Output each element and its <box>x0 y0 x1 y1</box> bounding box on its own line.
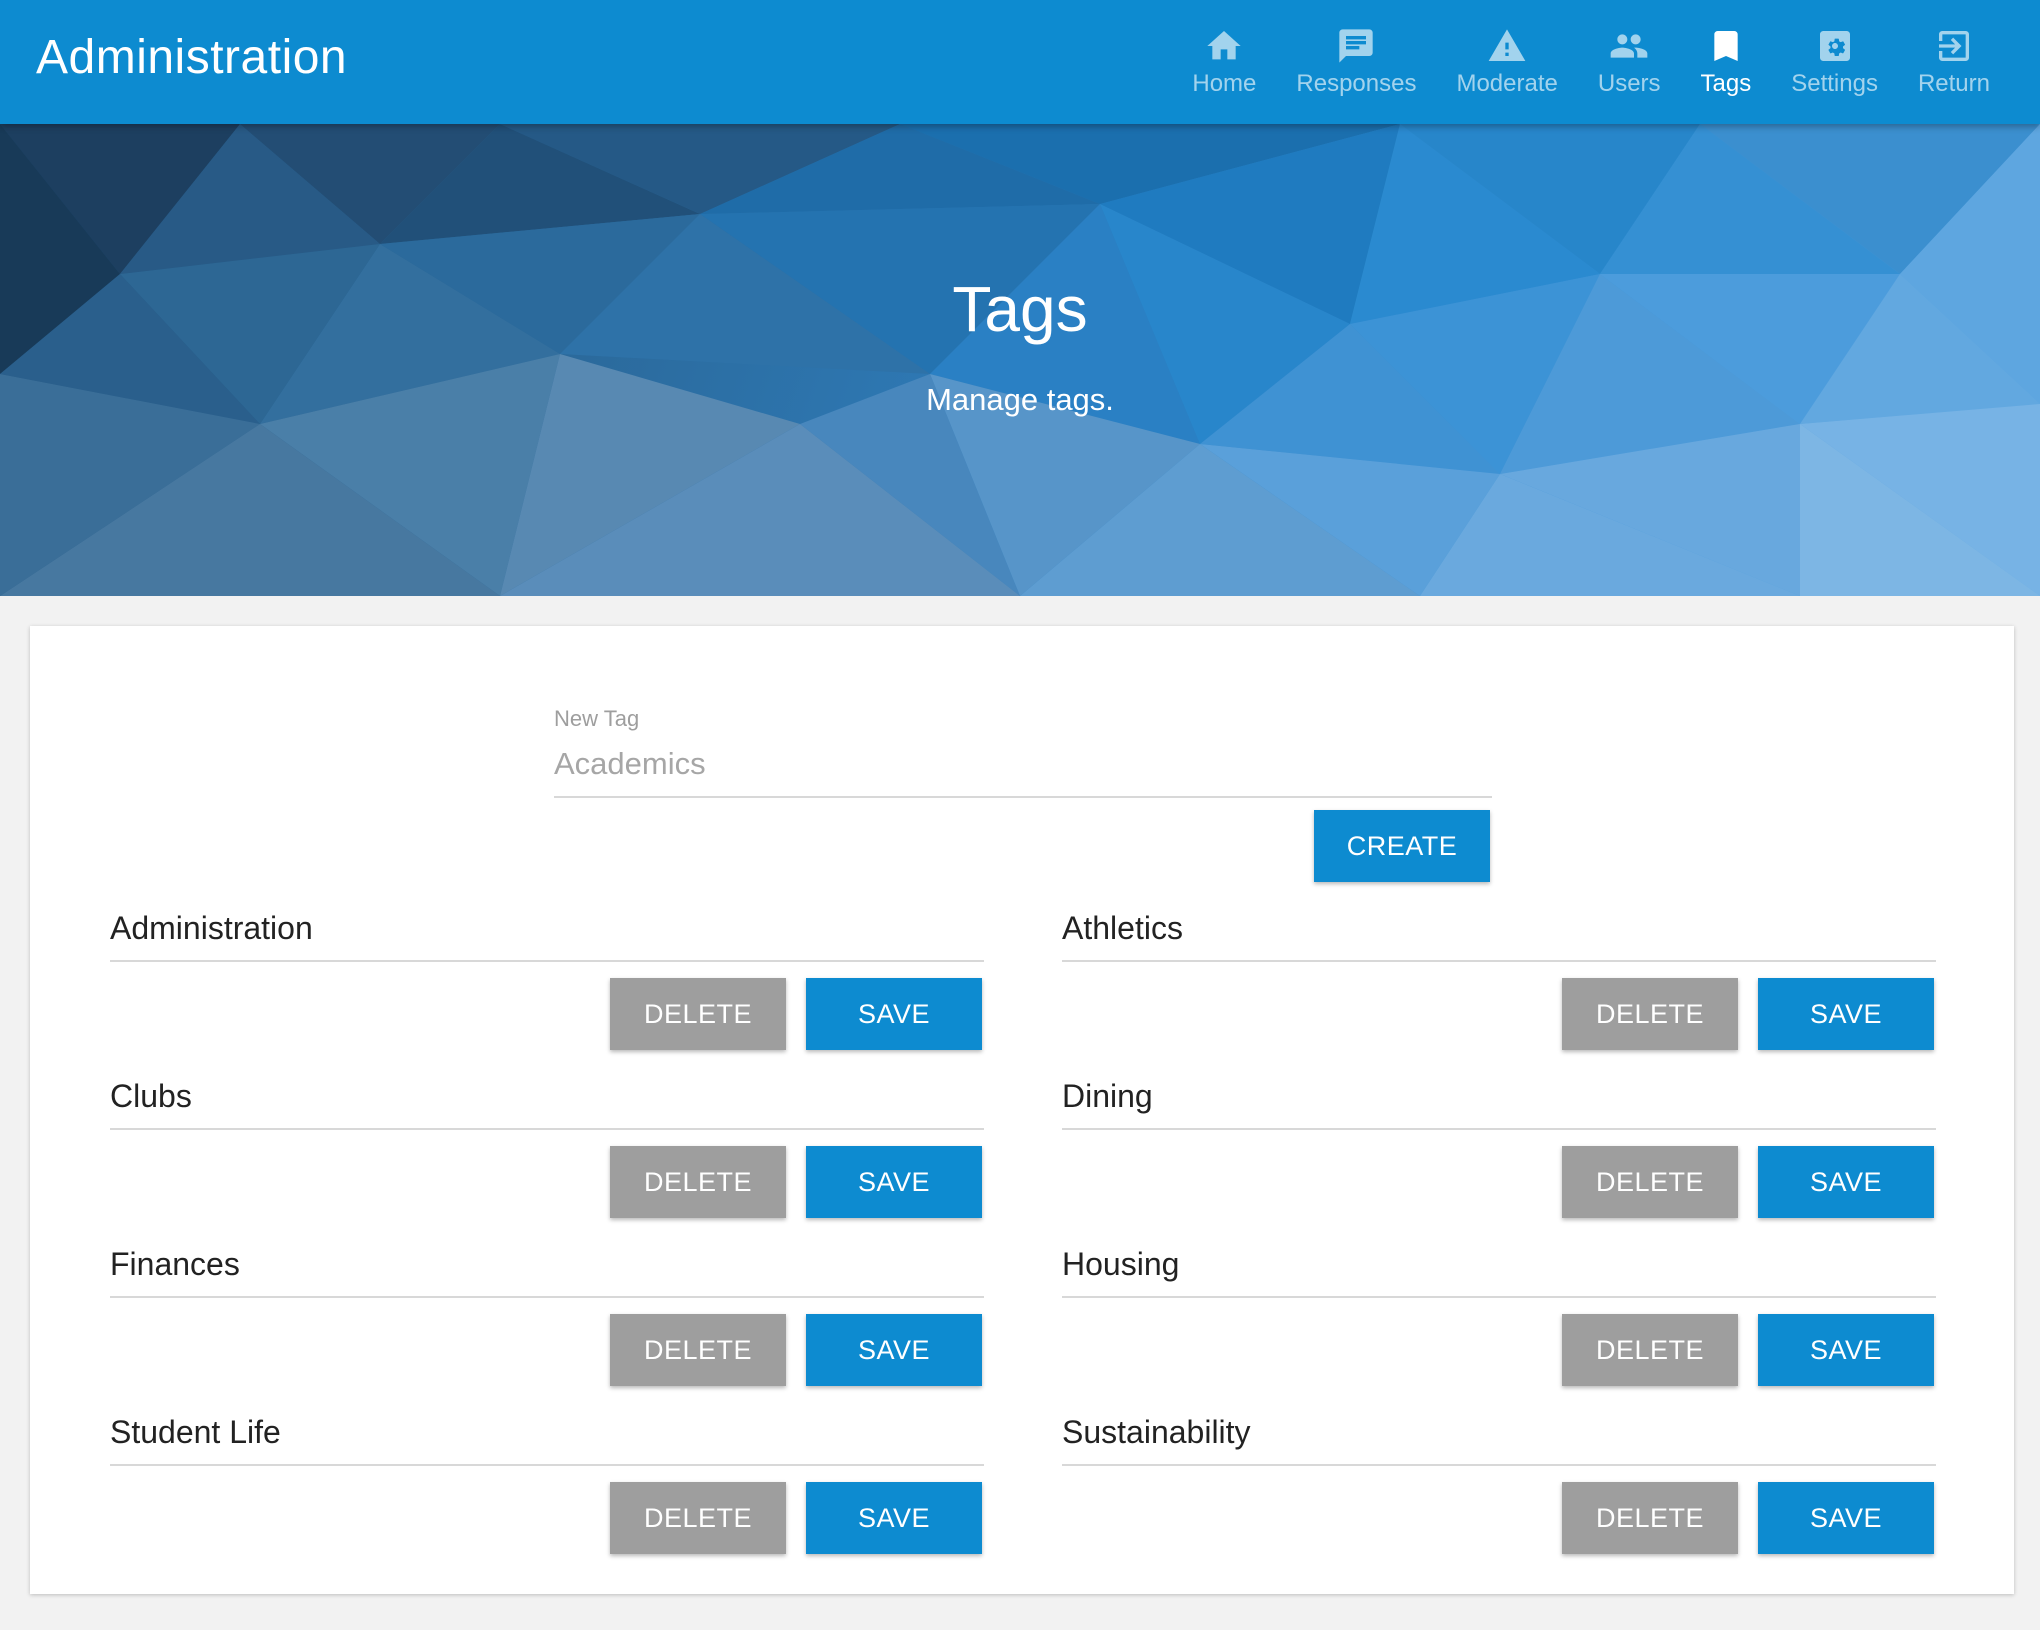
nav-label: Responses <box>1296 70 1417 97</box>
nav-label: Settings <box>1791 70 1878 97</box>
nav-item-moderate[interactable]: Moderate <box>1436 0 1577 124</box>
tag-name-field[interactable]: Dining <box>1062 1080 1936 1130</box>
create-button[interactable]: CREATE <box>1314 810 1490 882</box>
home-icon <box>1202 26 1246 66</box>
top-app-bar: Administration Home Responses Moderate U… <box>0 0 2040 124</box>
bookmark-icon <box>1704 26 1748 66</box>
delete-button[interactable]: DELETE <box>1562 1482 1738 1554</box>
delete-button[interactable]: DELETE <box>1562 1314 1738 1386</box>
save-button[interactable]: SAVE <box>806 1314 982 1386</box>
tag-name-field[interactable]: Athletics <box>1062 912 1936 962</box>
tag-item: Finances DELETE SAVE <box>110 1248 984 1400</box>
tag-item: Student Life DELETE SAVE <box>110 1416 984 1568</box>
low-poly-background <box>0 124 2040 596</box>
delete-button[interactable]: DELETE <box>610 1482 786 1554</box>
users-icon <box>1607 26 1651 66</box>
tag-name-field[interactable]: Sustainability <box>1062 1416 1936 1466</box>
nav-item-tags[interactable]: Tags <box>1681 0 1772 124</box>
tag-name-field[interactable]: Clubs <box>110 1080 984 1130</box>
nav-label: Moderate <box>1456 70 1558 97</box>
new-tag-label: New Tag <box>554 706 640 731</box>
save-button[interactable]: SAVE <box>806 978 982 1050</box>
new-tag-input[interactable] <box>554 746 1492 798</box>
tag-name-field[interactable]: Housing <box>1062 1248 1936 1298</box>
chat-icon <box>1334 26 1378 66</box>
delete-button[interactable]: DELETE <box>1562 1146 1738 1218</box>
delete-button[interactable]: DELETE <box>610 978 786 1050</box>
nav-label: Tags <box>1700 70 1752 97</box>
save-button[interactable]: SAVE <box>1758 1146 1934 1218</box>
nav-item-settings[interactable]: Settings <box>1771 0 1898 124</box>
delete-button[interactable]: DELETE <box>1562 978 1738 1050</box>
nav-item-responses[interactable]: Responses <box>1276 0 1436 124</box>
tag-item: Administration DELETE SAVE <box>110 912 984 1064</box>
save-button[interactable]: SAVE <box>1758 1482 1934 1554</box>
tag-item: Dining DELETE SAVE <box>1062 1080 1936 1232</box>
nav-item-users[interactable]: Users <box>1578 0 1681 124</box>
nav-label: Return <box>1917 70 1990 97</box>
hero-banner: Tags Manage tags. <box>0 124 2040 596</box>
page-subtitle: Manage tags. <box>926 382 1114 417</box>
delete-button[interactable]: DELETE <box>610 1146 786 1218</box>
tag-item: Housing DELETE SAVE <box>1062 1248 1936 1400</box>
warning-icon <box>1485 26 1529 66</box>
nav-item-home[interactable]: Home <box>1172 0 1276 124</box>
gear-icon <box>1813 26 1857 66</box>
save-button[interactable]: SAVE <box>806 1146 982 1218</box>
tag-item: Athletics DELETE SAVE <box>1062 912 1936 1064</box>
delete-button[interactable]: DELETE <box>610 1314 786 1386</box>
app-title: Administration <box>36 31 348 84</box>
tag-name-field[interactable]: Administration <box>110 912 984 962</box>
save-button[interactable]: SAVE <box>1758 978 1934 1050</box>
exit-icon <box>1932 26 1976 66</box>
top-nav: Home Responses Moderate Users Tags Setti… <box>1172 0 2010 124</box>
nav-label: Users <box>1597 70 1661 97</box>
page-title: Tags <box>952 273 1088 345</box>
tag-name-field[interactable]: Student Life <box>110 1416 984 1466</box>
tag-item: Clubs DELETE SAVE <box>110 1080 984 1232</box>
tags-card: New Tag CREATE Administration DELETE SAV… <box>30 626 2014 1594</box>
tag-name-field[interactable]: Finances <box>110 1248 984 1298</box>
tag-item: Sustainability DELETE SAVE <box>1062 1416 1936 1568</box>
nav-label: Home <box>1192 70 1257 97</box>
save-button[interactable]: SAVE <box>806 1482 982 1554</box>
save-button[interactable]: SAVE <box>1758 1314 1934 1386</box>
new-tag-field: New Tag <box>554 706 1520 798</box>
nav-item-return[interactable]: Return <box>1898 0 2010 124</box>
